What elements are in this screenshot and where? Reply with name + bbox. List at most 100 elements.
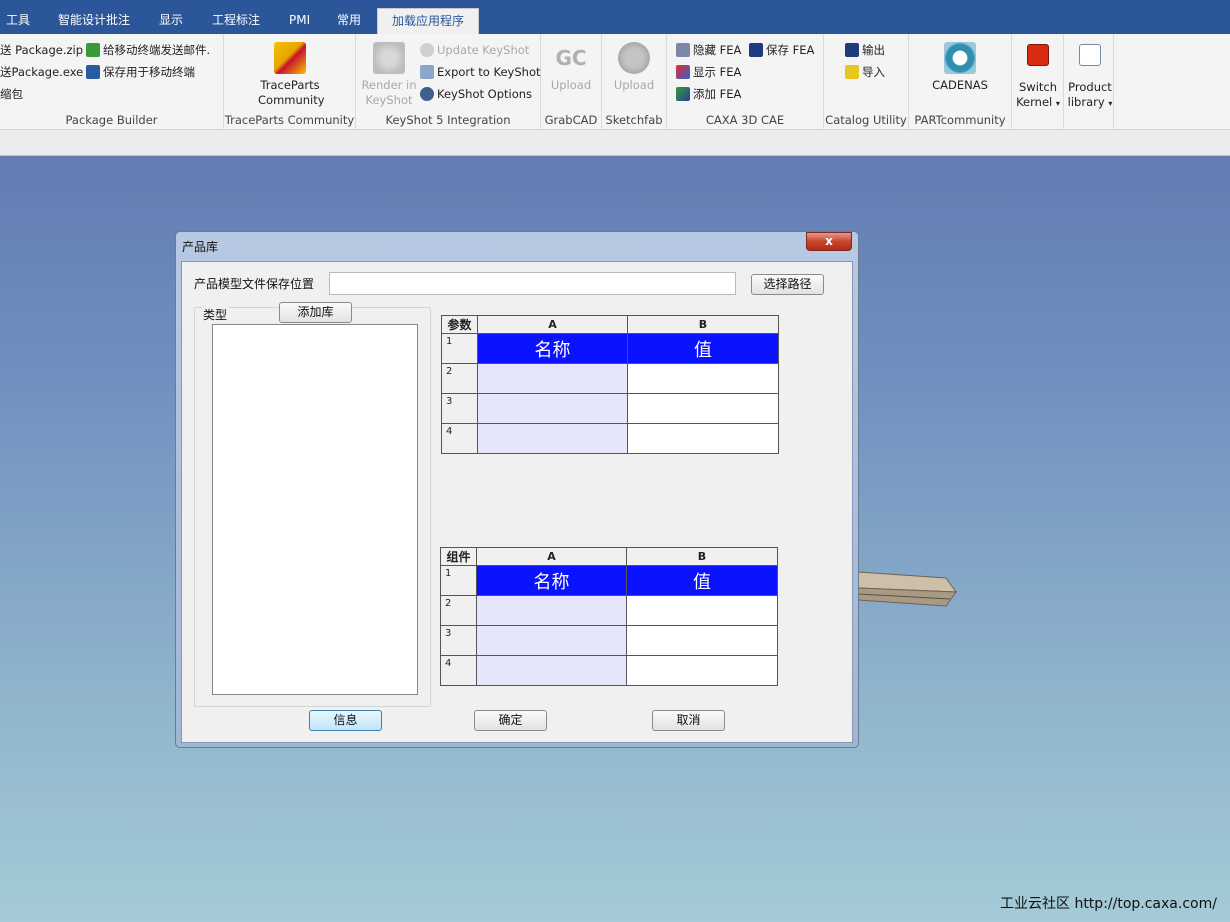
traceparts-label-1: TraceParts	[260, 78, 320, 92]
grid-cell[interactable]	[627, 363, 779, 394]
grid-cell[interactable]	[477, 363, 628, 394]
catalog-import-button[interactable]: 导入	[845, 64, 885, 80]
grabcad-upload-button[interactable]: GC Upload	[549, 42, 593, 93]
product-library-dialog: 产品库 x 产品模型文件保存位置 选择路径 类型 添加库 参数 A B 1 名称…	[175, 231, 859, 748]
compress-button[interactable]: 缩包	[0, 86, 23, 102]
tab-smart-annotation[interactable]: 智能设计批注	[58, 0, 130, 34]
tab-engineering-annotation[interactable]: 工程标注	[212, 0, 260, 34]
grid-cell[interactable]	[477, 393, 628, 424]
params-col-b-header[interactable]: B	[627, 315, 779, 334]
teapot-icon	[373, 42, 405, 74]
switch-kernel-label-1: Switch	[1018, 80, 1058, 94]
row-number[interactable]: 2	[441, 363, 478, 394]
components-col-b-header[interactable]: B	[626, 547, 778, 566]
row-number[interactable]: 3	[441, 393, 478, 424]
update-keyshot-icon	[420, 43, 434, 57]
tab-tools[interactable]: 工具	[6, 0, 30, 34]
sketchfab-logo-icon	[618, 42, 650, 74]
kernel-icon	[1027, 44, 1049, 66]
params-col-a-header[interactable]: A	[477, 315, 628, 334]
catalog-output-button[interactable]: 输出	[845, 42, 885, 58]
components-col-a-header[interactable]: A	[476, 547, 627, 566]
row-number[interactable]: 2	[440, 595, 477, 626]
type-list[interactable]	[212, 324, 418, 695]
sketchfab-upload-button[interactable]: Upload	[612, 42, 656, 93]
close-button[interactable]: x	[806, 232, 852, 251]
chevron-down-icon: ▾	[1055, 99, 1060, 108]
ok-button[interactable]: 确定	[474, 710, 547, 731]
3d-part-model[interactable]	[858, 570, 958, 608]
grid-cell[interactable]	[627, 393, 779, 424]
hide-fea-icon	[676, 43, 690, 57]
add-library-button[interactable]: 添加库	[279, 302, 352, 323]
params-grid: 参数 A B 1 名称 值 2 3 4	[441, 315, 779, 454]
grid-cell[interactable]	[477, 423, 628, 454]
params-corner-header: 参数	[441, 315, 478, 334]
grid-cell[interactable]	[626, 595, 778, 626]
add-fea-button[interactable]: 添加 FEA	[676, 86, 741, 102]
keyshot-options-button[interactable]: KeyShot Options	[420, 86, 532, 102]
type-label: 类型	[201, 306, 230, 323]
traceparts-community-button[interactable]: TraceParts Community	[258, 42, 325, 108]
show-fea-button[interactable]: 显示 FEA	[676, 64, 741, 80]
import-icon	[845, 65, 859, 79]
save-for-mobile-button[interactable]: 保存用于移动终端	[86, 64, 195, 80]
render-in-keyshot-button[interactable]: Render in KeyShot	[360, 42, 418, 108]
ribbon: 送 Package.zip 送Package.exe 缩包 给移动终端发送邮件.…	[0, 34, 1230, 130]
grid-cell[interactable]	[476, 625, 627, 656]
choose-path-button[interactable]: 选择路径	[751, 274, 824, 295]
tab-display[interactable]: 显示	[159, 0, 183, 34]
grid-cell[interactable]: 名称	[477, 333, 628, 364]
group-caxa-cae: 隐藏 FEA 保存 FEA 显示 FEA 添加 FEA CAXA 3D CAE	[667, 34, 824, 130]
save-fea-button[interactable]: 保存 FEA	[749, 42, 814, 58]
dialog-title: 产品库	[182, 240, 219, 254]
send-package-zip-button[interactable]: 送 Package.zip	[0, 42, 83, 58]
toolbar-strip	[0, 130, 1230, 156]
table-row: 3	[441, 393, 779, 424]
group-package-builder: 送 Package.zip 送Package.exe 缩包 给移动终端发送邮件.…	[0, 34, 224, 130]
gear-icon	[420, 87, 434, 101]
send-package-exe-button[interactable]: 送Package.exe	[0, 64, 83, 80]
row-number[interactable]: 1	[441, 333, 478, 364]
cancel-button[interactable]: 取消	[652, 710, 725, 731]
group-label-package-builder: Package Builder	[65, 113, 158, 127]
grid-cell[interactable]: 名称	[476, 565, 627, 596]
save-fea-icon	[749, 43, 763, 57]
send-mobile-mail-button[interactable]: 给移动终端发送邮件.	[86, 42, 210, 58]
row-number[interactable]: 4	[441, 423, 478, 454]
grid-cell[interactable]: 值	[627, 333, 779, 364]
table-row: 1 名称 值	[440, 565, 778, 596]
product-library-icon	[1079, 44, 1101, 66]
update-keyshot-button[interactable]: Update KeyShot	[420, 42, 529, 58]
grid-cell[interactable]	[626, 625, 778, 656]
group-label-traceparts: TraceParts Community	[224, 113, 355, 127]
switch-kernel-button[interactable]: Switch Kernel ▾	[1016, 42, 1060, 111]
grid-cell[interactable]	[626, 655, 778, 686]
save-path-input[interactable]	[329, 272, 736, 295]
grid-cell[interactable]	[627, 423, 779, 454]
tab-pmi[interactable]: PMI	[289, 0, 310, 34]
info-button[interactable]: 信息	[309, 710, 382, 731]
product-library-label-2: library ▾	[1067, 95, 1113, 109]
product-library-button[interactable]: Product library ▾	[1066, 42, 1114, 111]
row-number[interactable]: 1	[440, 565, 477, 596]
group-catalog-utility: 输出 导入 Catalog Utility	[824, 34, 909, 130]
grid-cell[interactable]	[476, 595, 627, 626]
row-number[interactable]: 3	[440, 625, 477, 656]
export-keyshot-icon	[420, 65, 434, 79]
cadenas-button[interactable]: CADENAS	[929, 42, 991, 93]
product-library-label-1: Product	[1068, 80, 1112, 94]
grid-cell[interactable]	[476, 655, 627, 686]
hide-fea-button[interactable]: 隐藏 FEA	[676, 42, 741, 58]
export-to-keyshot-button[interactable]: Export to KeyShot	[420, 64, 540, 80]
components-grid: 组件 A B 1 名称 值 2 3 4	[440, 547, 778, 686]
grid-cell[interactable]: 值	[626, 565, 778, 596]
group-label-sketchfab: Sketchfab	[605, 113, 663, 127]
group-label-catalog-utility: Catalog Utility	[825, 113, 907, 127]
tab-common[interactable]: 常用	[337, 0, 361, 34]
row-number[interactable]: 4	[440, 655, 477, 686]
tab-load-applications[interactable]: 加载应用程序	[377, 8, 480, 34]
components-corner-header: 组件	[440, 547, 477, 566]
table-row: 2	[441, 363, 779, 394]
cadenas-logo-icon	[944, 42, 976, 74]
